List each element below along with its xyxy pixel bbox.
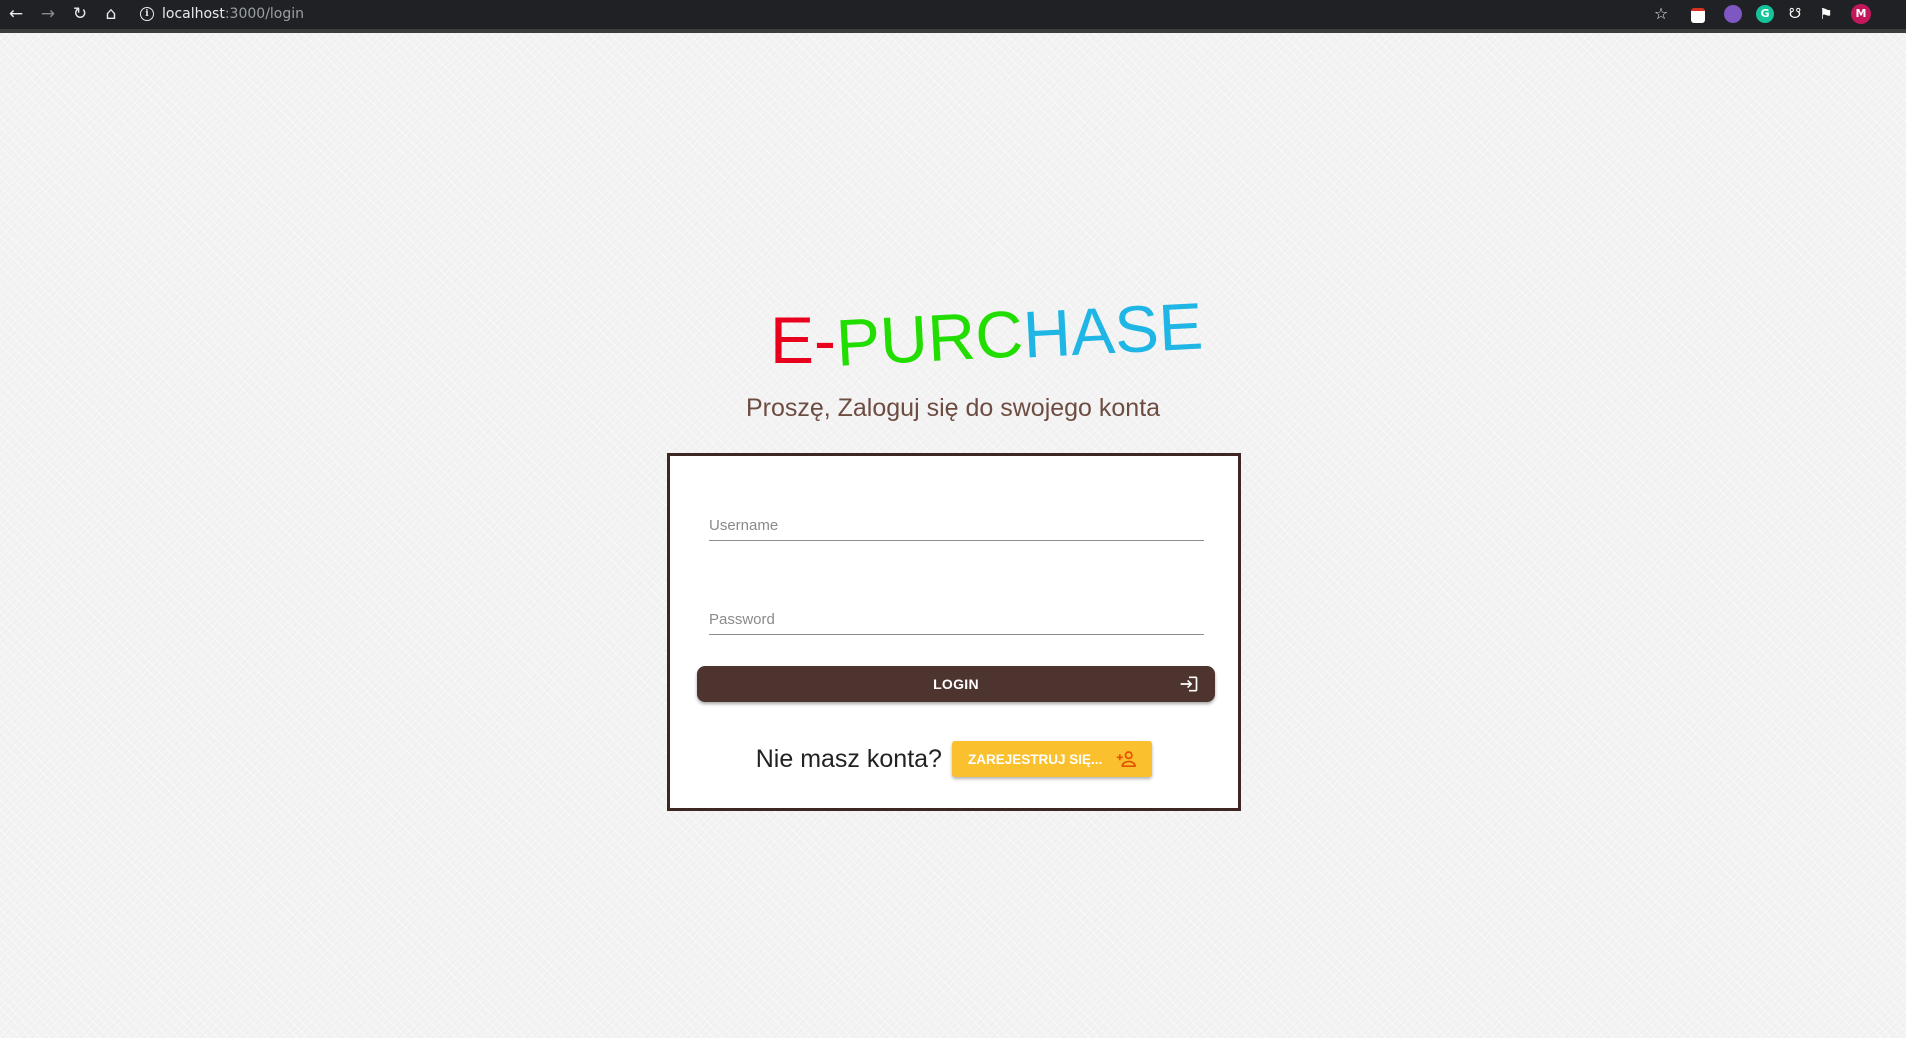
password-field[interactable] [709, 584, 1204, 635]
login-icon [1180, 676, 1198, 692]
logo-part-e: E- [770, 303, 836, 377]
profile-avatar[interactable]: M [1851, 4, 1871, 24]
home-icon[interactable]: ⌂ [100, 3, 122, 25]
no-account-text: Nie masz konta? [755, 744, 942, 773]
site-info-icon[interactable]: i [140, 7, 154, 21]
extension-calendar-icon[interactable] [1691, 8, 1705, 23]
username-field[interactable] [709, 490, 1204, 541]
page-subtitle: Proszę, Zaloguj się do swojego konta [745, 394, 1161, 422]
login-button[interactable]: LOGIN [697, 666, 1215, 702]
grammarly-icon[interactable]: G [1756, 5, 1774, 23]
login-card: LOGIN Nie masz konta? ZAREJESTRUJ SIĘ... [667, 453, 1241, 811]
login-button-label: LOGIN [933, 676, 979, 692]
back-icon[interactable]: ← [5, 3, 27, 25]
app-logo: E-PURCHASE [770, 288, 1205, 379]
bookmark-star-icon[interactable]: ☆ [1650, 3, 1672, 25]
forward-icon[interactable]: → [37, 3, 59, 25]
extension-purple-icon[interactable] [1724, 5, 1742, 23]
address-bar[interactable]: i localhost:3000/login [140, 3, 304, 25]
password-input[interactable] [709, 584, 1204, 634]
url-text[interactable]: localhost:3000/login [162, 6, 304, 22]
register-row: Nie masz konta? ZAREJESTRUJ SIĘ... [670, 739, 1238, 779]
register-button-label: ZAREJESTRUJ SIĘ... [967, 751, 1103, 767]
extension-pin-icon[interactable]: ☋ [1786, 5, 1804, 23]
browser-toolbar: ← → ↻ ⌂ i localhost:3000/login ☆ G ☋ ⚑ M [0, 0, 1906, 33]
logo-part-hase: HASE [1021, 288, 1205, 372]
logo-part-purc: PURC [834, 296, 1025, 380]
add-user-icon [1117, 751, 1137, 768]
reload-icon[interactable]: ↻ [69, 3, 91, 25]
register-button[interactable]: ZAREJESTRUJ SIĘ... [951, 741, 1153, 777]
extensions-puzzle-icon[interactable]: ⚑ [1817, 5, 1835, 23]
username-input[interactable] [709, 490, 1204, 540]
